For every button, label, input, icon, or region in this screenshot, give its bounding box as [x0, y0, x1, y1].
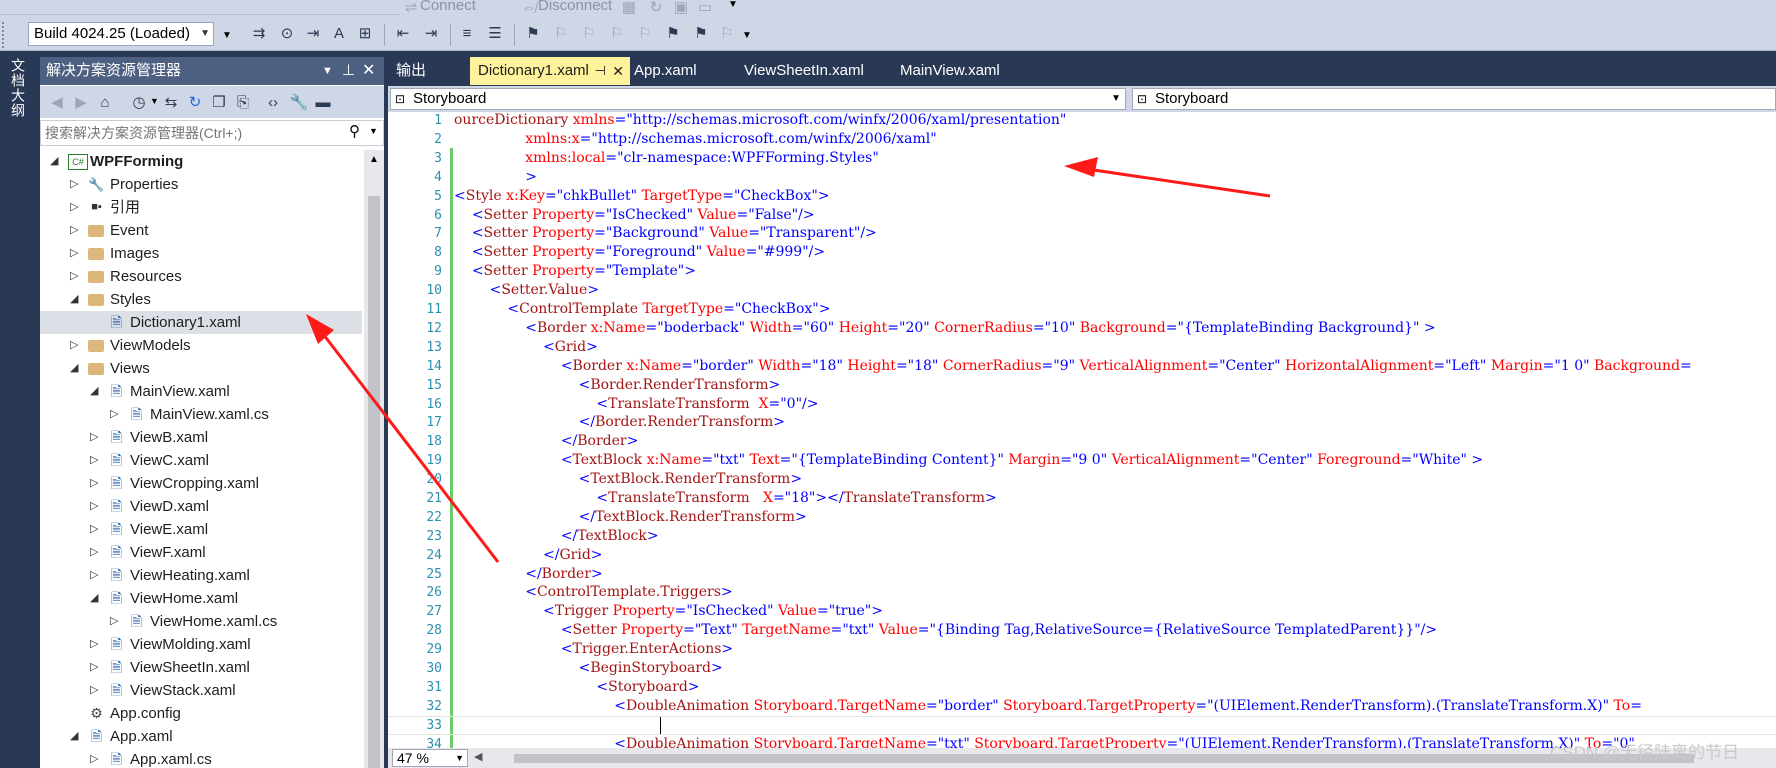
- annotation-arrows: [306, 157, 1271, 563]
- red-arrow-line: [318, 329, 500, 563]
- watermark: CSDN @无径陆离的节日: [1550, 743, 1740, 762]
- red-arrow-line: [1079, 166, 1271, 198]
- red-arrow-head: [1064, 157, 1098, 177]
- red-arrow-head: [306, 314, 334, 344]
